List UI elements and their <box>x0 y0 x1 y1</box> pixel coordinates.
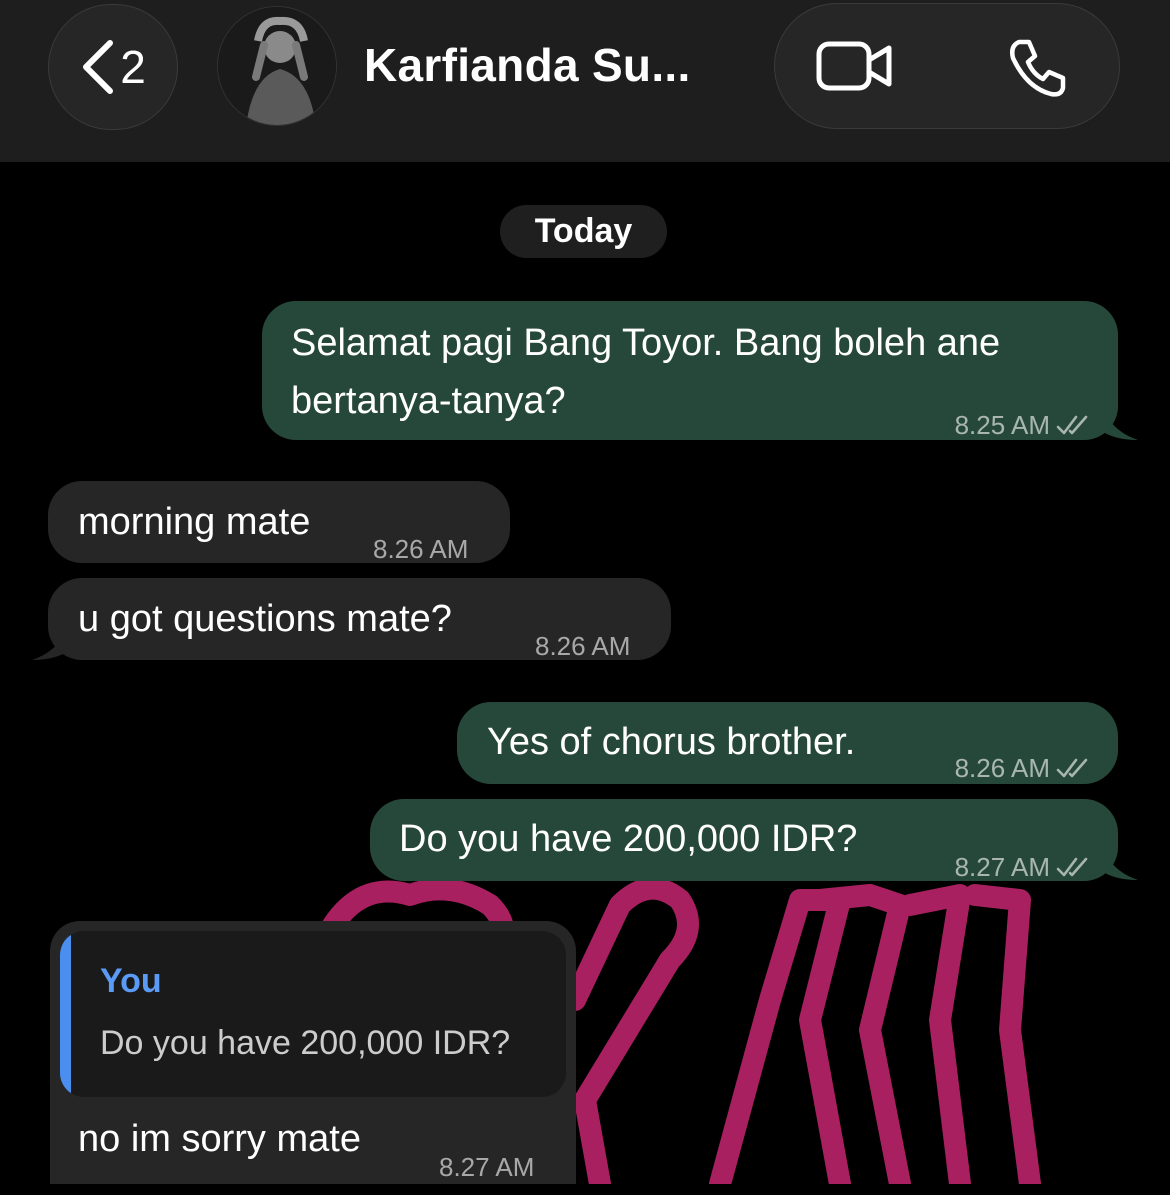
message-text: Yes of chorus brother. <box>487 721 856 763</box>
quoted-author: You <box>100 962 162 1000</box>
message-bubble-incoming[interactable]: morning mate 8.26 AM <box>48 481 510 564</box>
message-time: 8.26 AM <box>535 631 631 661</box>
message-text: Do you have 200,000 IDR? <box>399 818 858 860</box>
quoted-message[interactable]: You Do you have 200,000 IDR? <box>60 931 566 1097</box>
message-bubble-outgoing[interactable]: Yes of chorus brother. 8.26 AM <box>457 702 1118 784</box>
message-time: 8.26 AM <box>373 534 469 564</box>
video-camera-icon <box>816 41 892 91</box>
quote-accent-bar <box>60 931 71 1097</box>
message-text: Selamat pagi Bang Toyor. Bang boleh ane <box>291 322 1001 364</box>
message-meta: 8.26 AM <box>955 740 1090 796</box>
double-check-icon <box>1056 415 1088 435</box>
message-bubble-incoming-reply[interactable]: You Do you have 200,000 IDR? no im sorry… <box>50 921 576 1184</box>
date-separator: Today <box>500 205 667 258</box>
message-text: no im sorry mate <box>78 1118 361 1160</box>
message-bubble-incoming[interactable]: u got questions mate? 8.26 AM <box>48 578 671 661</box>
quoted-text: Do you have 200,000 IDR? <box>100 1024 511 1062</box>
message-time: 8.27 AM <box>954 852 1050 882</box>
video-call-button[interactable] <box>815 38 895 96</box>
chevron-left-icon <box>80 39 116 95</box>
unread-count: 2 <box>120 41 146 93</box>
message-time: 8.25 AM <box>954 410 1050 440</box>
call-actions <box>774 3 1120 129</box>
message-text: morning mate <box>78 501 311 543</box>
message-time: 8.26 AM <box>954 753 1050 783</box>
message-bubble-outgoing[interactable]: Selamat pagi Bang Toyor. Bang boleh ane … <box>262 301 1118 440</box>
message-meta: 8.25 AM <box>955 397 1090 453</box>
contact-name[interactable]: Karfianda Su... <box>364 38 691 92</box>
phone-icon <box>1010 39 1066 97</box>
double-check-icon <box>1056 857 1088 877</box>
back-button[interactable]: 2 <box>48 4 178 130</box>
double-check-icon <box>1056 758 1088 778</box>
message-time: 8.27 AM <box>439 1152 535 1182</box>
chat-header: 2 Karfianda Su... <box>0 0 1170 162</box>
voice-call-button[interactable] <box>1005 36 1069 100</box>
message-meta: 8.27 AM <box>955 839 1090 895</box>
message-bubble-outgoing[interactable]: Do you have 200,000 IDR? 8.27 AM <box>370 799 1118 882</box>
avatar[interactable] <box>217 6 337 126</box>
message-text: u got questions mate? <box>78 598 452 640</box>
message-text: bertanya-tanya? <box>291 380 566 422</box>
